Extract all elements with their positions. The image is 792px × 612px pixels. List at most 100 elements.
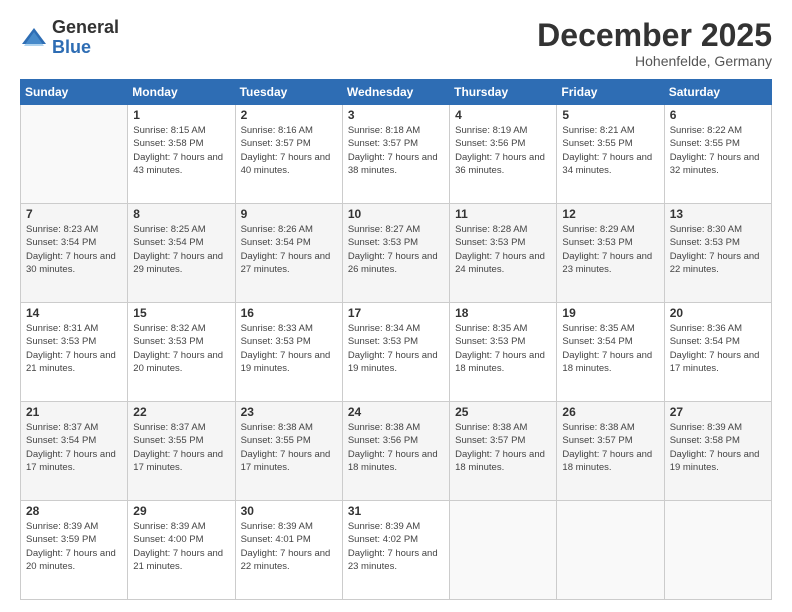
week-row-1: 1 Sunrise: 8:15 AMSunset: 3:58 PMDaylight… bbox=[21, 105, 772, 204]
day-cell: 6Sunrise: 8:22 AMSunset: 3:55 PMDaylight… bbox=[664, 105, 771, 204]
day-info: Sunrise: 8:38 AMSunset: 3:57 PMDaylight:… bbox=[562, 421, 658, 474]
day-cell: 11 Sunrise: 8:28 AMSunset: 3:53 PMDayligh… bbox=[450, 204, 557, 303]
day-info: Sunrise: 8:23 AMSunset: 3:54 PMDaylight:… bbox=[26, 223, 122, 276]
day-info: Sunrise: 8:39 AMSunset: 4:00 PMDaylight:… bbox=[133, 520, 229, 573]
col-header-friday: Friday bbox=[557, 80, 664, 105]
day-info: Sunrise: 8:38 AMSunset: 3:57 PMDaylight:… bbox=[455, 421, 551, 474]
day-number: 9 bbox=[241, 207, 337, 221]
day-cell: 5 Sunrise: 8:21 AMSunset: 3:55 PMDaylight… bbox=[557, 105, 664, 204]
day-info: Sunrise: 8:32 AMSunset: 3:53 PMDaylight:… bbox=[133, 322, 229, 375]
day-cell: 31 Sunrise: 8:39 AMSunset: 4:02 PMDayligh… bbox=[342, 501, 449, 600]
logo-text: General Blue bbox=[52, 18, 119, 58]
day-cell: 25 Sunrise: 8:38 AMSunset: 3:57 PMDayligh… bbox=[450, 402, 557, 501]
day-cell bbox=[450, 501, 557, 600]
day-cell: 19 Sunrise: 8:35 AMSunset: 3:54 PMDayligh… bbox=[557, 303, 664, 402]
day-info: Sunrise: 8:36 AMSunset: 3:54 PMDaylight:… bbox=[670, 322, 766, 375]
day-cell: 1 Sunrise: 8:15 AMSunset: 3:58 PMDaylight… bbox=[128, 105, 235, 204]
day-cell: 7 Sunrise: 8:23 AMSunset: 3:54 PMDaylight… bbox=[21, 204, 128, 303]
day-number: 10 bbox=[348, 207, 444, 221]
day-cell: 10 Sunrise: 8:27 AMSunset: 3:53 PMDayligh… bbox=[342, 204, 449, 303]
day-info: Sunrise: 8:38 AMSunset: 3:56 PMDaylight:… bbox=[348, 421, 444, 474]
day-info: Sunrise: 8:19 AMSunset: 3:56 PMDaylight:… bbox=[455, 124, 551, 177]
day-number: 17 bbox=[348, 306, 444, 320]
logo-general: General bbox=[52, 18, 119, 38]
day-info: Sunrise: 8:15 AMSunset: 3:58 PMDaylight:… bbox=[133, 124, 229, 177]
week-row-3: 14Sunrise: 8:31 AMSunset: 3:53 PMDayligh… bbox=[21, 303, 772, 402]
day-number: 5 bbox=[562, 108, 658, 122]
day-cell bbox=[21, 105, 128, 204]
day-number: 4 bbox=[455, 108, 551, 122]
page: General Blue December 2025 Hohenfelde, G… bbox=[0, 0, 792, 612]
day-number: 28 bbox=[26, 504, 122, 518]
logo: General Blue bbox=[20, 18, 119, 58]
day-number: 30 bbox=[241, 504, 337, 518]
day-cell: 18Sunrise: 8:35 AMSunset: 3:53 PMDayligh… bbox=[450, 303, 557, 402]
day-number: 26 bbox=[562, 405, 658, 419]
logo-blue: Blue bbox=[52, 38, 119, 58]
day-cell: 2Sunrise: 8:16 AMSunset: 3:57 PMDaylight… bbox=[235, 105, 342, 204]
day-number: 22 bbox=[133, 405, 229, 419]
day-number: 2 bbox=[241, 108, 337, 122]
day-cell: 3Sunrise: 8:18 AMSunset: 3:57 PMDaylight… bbox=[342, 105, 449, 204]
col-header-saturday: Saturday bbox=[664, 80, 771, 105]
day-info: Sunrise: 8:26 AMSunset: 3:54 PMDaylight:… bbox=[241, 223, 337, 276]
day-info: Sunrise: 8:38 AMSunset: 3:55 PMDaylight:… bbox=[241, 421, 337, 474]
day-info: Sunrise: 8:27 AMSunset: 3:53 PMDaylight:… bbox=[348, 223, 444, 276]
day-number: 21 bbox=[26, 405, 122, 419]
day-number: 7 bbox=[26, 207, 122, 221]
day-info: Sunrise: 8:28 AMSunset: 3:53 PMDaylight:… bbox=[455, 223, 551, 276]
week-row-4: 21 Sunrise: 8:37 AMSunset: 3:54 PMDayligh… bbox=[21, 402, 772, 501]
day-info: Sunrise: 8:31 AMSunset: 3:53 PMDaylight:… bbox=[26, 322, 122, 375]
day-cell: 9 Sunrise: 8:26 AMSunset: 3:54 PMDaylight… bbox=[235, 204, 342, 303]
day-cell: 27Sunrise: 8:39 AMSunset: 3:58 PMDayligh… bbox=[664, 402, 771, 501]
day-number: 13 bbox=[670, 207, 766, 221]
day-info: Sunrise: 8:21 AMSunset: 3:55 PMDaylight:… bbox=[562, 124, 658, 177]
day-cell: 29Sunrise: 8:39 AMSunset: 4:00 PMDayligh… bbox=[128, 501, 235, 600]
day-cell: 23Sunrise: 8:38 AMSunset: 3:55 PMDayligh… bbox=[235, 402, 342, 501]
day-cell: 13 Sunrise: 8:30 AMSunset: 3:53 PMDayligh… bbox=[664, 204, 771, 303]
month-title: December 2025 bbox=[537, 18, 772, 53]
day-cell: 28 Sunrise: 8:39 AMSunset: 3:59 PMDayligh… bbox=[21, 501, 128, 600]
day-cell: 15 Sunrise: 8:32 AMSunset: 3:53 PMDayligh… bbox=[128, 303, 235, 402]
day-info: Sunrise: 8:37 AMSunset: 3:54 PMDaylight:… bbox=[26, 421, 122, 474]
day-number: 12 bbox=[562, 207, 658, 221]
day-number: 31 bbox=[348, 504, 444, 518]
day-info: Sunrise: 8:25 AMSunset: 3:54 PMDaylight:… bbox=[133, 223, 229, 276]
day-info: Sunrise: 8:35 AMSunset: 3:54 PMDaylight:… bbox=[562, 322, 658, 375]
day-number: 8 bbox=[133, 207, 229, 221]
day-info: Sunrise: 8:39 AMSunset: 4:01 PMDaylight:… bbox=[241, 520, 337, 573]
header: General Blue December 2025 Hohenfelde, G… bbox=[20, 18, 772, 69]
day-cell bbox=[557, 501, 664, 600]
day-cell: 30 Sunrise: 8:39 AMSunset: 4:01 PMDayligh… bbox=[235, 501, 342, 600]
col-header-sunday: Sunday bbox=[21, 80, 128, 105]
day-number: 25 bbox=[455, 405, 551, 419]
calendar: SundayMondayTuesdayWednesdayThursdayFrid… bbox=[20, 79, 772, 600]
day-info: Sunrise: 8:22 AMSunset: 3:55 PMDaylight:… bbox=[670, 124, 766, 177]
col-header-monday: Monday bbox=[128, 80, 235, 105]
location: Hohenfelde, Germany bbox=[537, 53, 772, 69]
day-info: Sunrise: 8:37 AMSunset: 3:55 PMDaylight:… bbox=[133, 421, 229, 474]
week-row-5: 28 Sunrise: 8:39 AMSunset: 3:59 PMDayligh… bbox=[21, 501, 772, 600]
day-info: Sunrise: 8:39 AMSunset: 3:59 PMDaylight:… bbox=[26, 520, 122, 573]
day-cell: 12 Sunrise: 8:29 AMSunset: 3:53 PMDayligh… bbox=[557, 204, 664, 303]
day-info: Sunrise: 8:30 AMSunset: 3:53 PMDaylight:… bbox=[670, 223, 766, 276]
day-number: 1 bbox=[133, 108, 229, 122]
title-block: December 2025 Hohenfelde, Germany bbox=[537, 18, 772, 69]
day-cell: 22 Sunrise: 8:37 AMSunset: 3:55 PMDayligh… bbox=[128, 402, 235, 501]
day-info: Sunrise: 8:39 AMSunset: 4:02 PMDaylight:… bbox=[348, 520, 444, 573]
day-cell: 20Sunrise: 8:36 AMSunset: 3:54 PMDayligh… bbox=[664, 303, 771, 402]
day-number: 11 bbox=[455, 207, 551, 221]
day-info: Sunrise: 8:29 AMSunset: 3:53 PMDaylight:… bbox=[562, 223, 658, 276]
day-number: 18 bbox=[455, 306, 551, 320]
day-cell: 4 Sunrise: 8:19 AMSunset: 3:56 PMDaylight… bbox=[450, 105, 557, 204]
day-info: Sunrise: 8:39 AMSunset: 3:58 PMDaylight:… bbox=[670, 421, 766, 474]
day-cell: 14Sunrise: 8:31 AMSunset: 3:53 PMDayligh… bbox=[21, 303, 128, 402]
day-number: 15 bbox=[133, 306, 229, 320]
col-header-thursday: Thursday bbox=[450, 80, 557, 105]
day-cell: 8 Sunrise: 8:25 AMSunset: 3:54 PMDaylight… bbox=[128, 204, 235, 303]
day-number: 19 bbox=[562, 306, 658, 320]
day-info: Sunrise: 8:18 AMSunset: 3:57 PMDaylight:… bbox=[348, 124, 444, 177]
day-cell: 24Sunrise: 8:38 AMSunset: 3:56 PMDayligh… bbox=[342, 402, 449, 501]
day-number: 16 bbox=[241, 306, 337, 320]
day-cell: 16Sunrise: 8:33 AMSunset: 3:53 PMDayligh… bbox=[235, 303, 342, 402]
